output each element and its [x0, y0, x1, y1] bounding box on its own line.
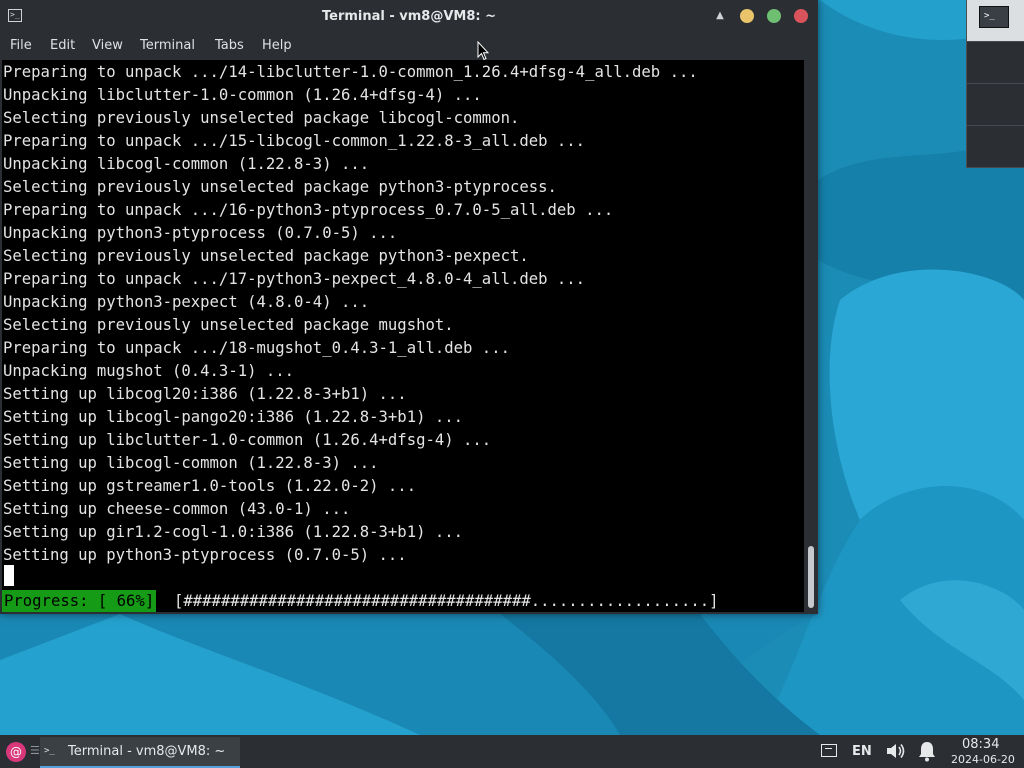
terminal-line: Unpacking python3-ptyprocess (0.7.0-5) .… — [3, 224, 398, 242]
keyboard-layout-indicator[interactable]: EN — [852, 744, 872, 759]
mouse-pointer-icon — [477, 41, 489, 61]
clock-date[interactable]: 2024-06-20 — [951, 753, 1015, 766]
menu-edit[interactable]: Edit — [50, 33, 75, 59]
terminal-window: >_ Terminal - vm8@VM8: ~ ▲ File Edit Vie… — [0, 0, 818, 614]
taskbar-item-label: Terminal - vm8@VM8: ~ — [68, 744, 226, 759]
terminal-line: Unpacking libclutter-1.0-common (1.26.4+… — [3, 86, 482, 104]
terminal-scrollbar[interactable] — [804, 60, 818, 612]
terminal-line: Setting up libclutter-1.0-common (1.26.4… — [3, 431, 492, 449]
workspace-pager[interactable]: >_ — [966, 0, 1024, 168]
menu-terminal[interactable]: Terminal — [140, 33, 195, 59]
maximize-button[interactable] — [767, 9, 781, 23]
close-button[interactable] — [794, 9, 808, 23]
terminal-line: Preparing to unpack .../17-python3-pexpe… — [3, 270, 586, 288]
menu-help[interactable]: Help — [262, 33, 292, 59]
progress-label: Progress: [ 66%] — [2, 590, 157, 612]
minimize-button[interactable] — [740, 9, 754, 23]
workspace-1[interactable]: >_ — [967, 0, 1024, 42]
terminal-output[interactable]: Preparing to unpack .../14-libclutter-1.… — [2, 60, 804, 612]
menu-view[interactable]: View — [92, 33, 123, 59]
terminal-line: Preparing to unpack .../18-mugshot_0.4.3… — [3, 339, 510, 357]
terminal-line: Selecting previously unselected package … — [3, 109, 520, 127]
window-menu-icon[interactable]: ☰ — [30, 744, 40, 757]
terminal-line: Selecting previously unselected package … — [3, 247, 529, 265]
debian-swirl-icon[interactable]: @ — [6, 742, 26, 762]
apt-progress: Progress: [ 66%] [######################… — [2, 590, 804, 612]
terminal-line: Setting up gstreamer1.0-tools (1.22.0-2)… — [3, 477, 417, 495]
chevron-up-icon[interactable]: ▲ — [713, 9, 727, 23]
window-title: Terminal - vm8@VM8: ~ — [321, 9, 497, 24]
terminal-icon: >_ — [44, 746, 55, 756]
terminal-line: Preparing to unpack .../15-libcogl-commo… — [3, 132, 586, 150]
terminal-line: Setting up python3-ptyprocess (0.7.0-5) … — [3, 546, 407, 564]
clock-time[interactable]: 08:34 — [962, 737, 999, 752]
network-icon[interactable] — [821, 744, 837, 757]
workspace-4[interactable] — [967, 126, 1024, 168]
workspace-3[interactable] — [967, 84, 1024, 126]
menu-tabs[interactable]: Tabs — [215, 33, 244, 59]
speaker-icon[interactable] — [884, 740, 906, 762]
terminal-line: Setting up libcogl20:i386 (1.22.8-3+b1) … — [3, 385, 407, 403]
terminal-line: Setting up gir1.2-cogl-1.0:i386 (1.22.8-… — [3, 523, 464, 541]
terminal-line: Preparing to unpack .../14-libclutter-1.… — [3, 63, 698, 81]
terminal-line: Setting up cheese-common (43.0-1) ... — [3, 500, 351, 518]
scrollbar-thumb[interactable] — [808, 546, 814, 608]
terminal-line: Preparing to unpack .../16-python3-ptypr… — [3, 201, 614, 219]
taskbar-item-terminal[interactable]: >_ Terminal - vm8@VM8: ~ — [40, 737, 240, 768]
menu-file[interactable]: File — [10, 33, 32, 59]
window-titlebar[interactable]: >_ Terminal - vm8@VM8: ~ ▲ — [0, 0, 818, 33]
workspace-2[interactable] — [967, 42, 1024, 84]
terminal-line: Setting up libcogl-pango20:i386 (1.22.8-… — [3, 408, 464, 426]
terminal-line: Selecting previously unselected package … — [3, 316, 454, 334]
bell-icon[interactable] — [917, 740, 937, 762]
terminal-line: Unpacking libcogl-common (1.22.8-3) ... — [3, 155, 370, 173]
text-cursor — [4, 565, 14, 586]
terminal-line: Unpacking python3-pexpect (4.8.0-4) ... — [3, 293, 370, 311]
progress-bar: [#####################################..… — [174, 592, 719, 610]
terminal-line: Unpacking mugshot (0.4.3-1) ... — [3, 362, 295, 380]
terminal-line: Setting up libcogl-common (1.22.8-3) ... — [3, 454, 379, 472]
terminal-line: Selecting previously unselected package … — [3, 178, 557, 196]
menu-bar: File Edit View Terminal Tabs Help — [0, 33, 818, 59]
terminal-icon: >_ — [979, 6, 1009, 28]
